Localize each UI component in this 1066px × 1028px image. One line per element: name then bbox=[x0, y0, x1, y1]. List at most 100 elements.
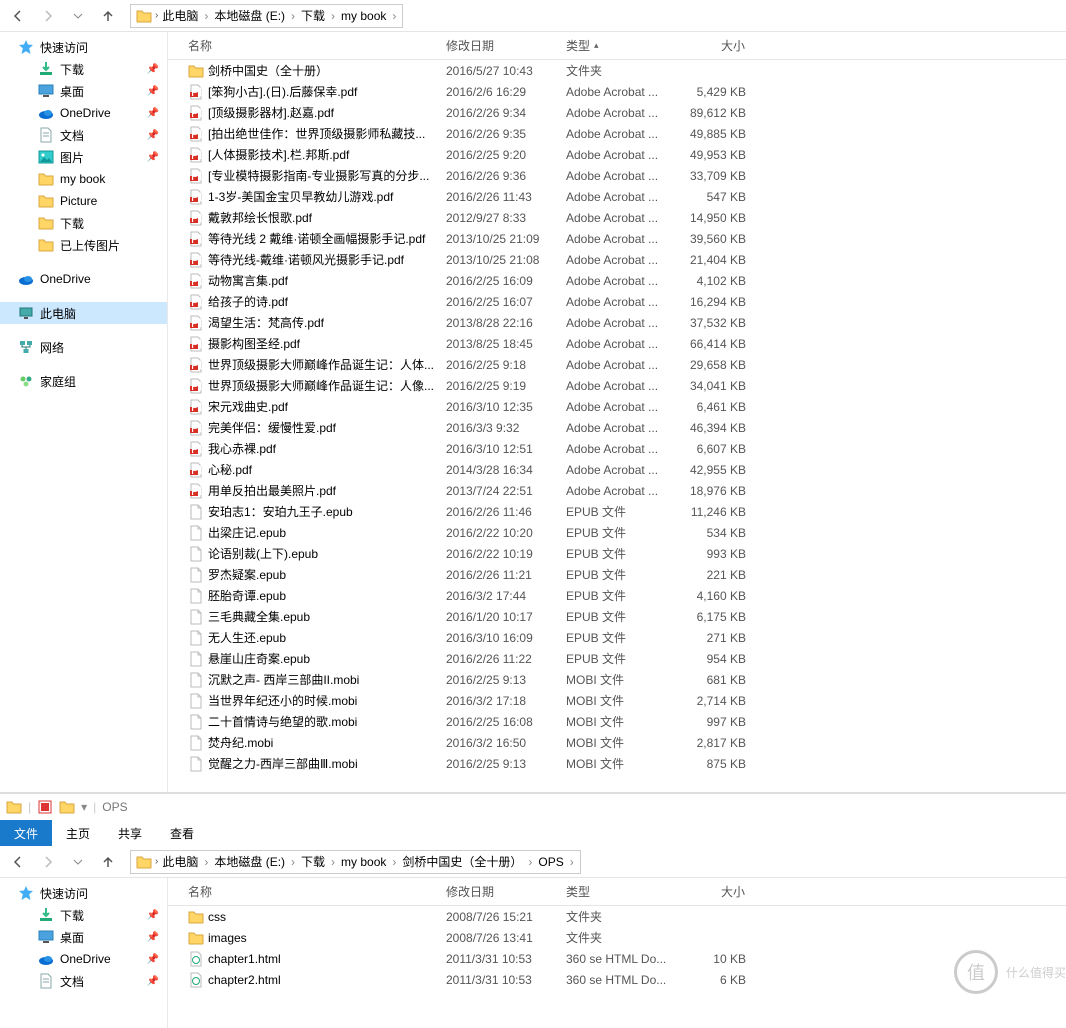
file-type: Adobe Acrobat ... bbox=[558, 148, 678, 162]
quick-access-header[interactable]: 快速访问 bbox=[0, 882, 167, 904]
sidebar-item[interactable]: 下载 bbox=[0, 212, 167, 234]
col-type[interactable]: 类型▴ bbox=[558, 32, 678, 59]
file-size: 49,953 KB bbox=[678, 148, 756, 162]
file-row[interactable]: css 2008/7/26 15:21 文件夹 bbox=[168, 906, 1066, 927]
sidebar-item[interactable]: 已上传图片 bbox=[0, 234, 167, 256]
ribbon-tab[interactable]: 共享 bbox=[104, 820, 156, 846]
ribbon-tab[interactable]: 文件 bbox=[0, 820, 52, 846]
col-name[interactable]: 名称 bbox=[180, 878, 438, 905]
file-row[interactable]: 摄影构图圣经.pdf 2013/8/25 18:45 Adobe Acrobat… bbox=[168, 333, 1066, 354]
quick-access-header[interactable]: 快速访问 bbox=[0, 36, 167, 58]
sidebar-item[interactable]: Picture bbox=[0, 190, 167, 212]
file-row[interactable]: 罗杰疑案.epub 2016/2/26 11:21 EPUB 文件 221 KB bbox=[168, 564, 1066, 585]
sidebar-item[interactable]: 下载 📌 bbox=[0, 904, 167, 926]
file-row[interactable]: 沉默之声- 西岸三部曲II.mobi 2016/2/25 9:13 MOBI 文… bbox=[168, 669, 1066, 690]
col-size[interactable]: 大小 bbox=[678, 32, 756, 59]
nav-back[interactable] bbox=[4, 850, 32, 874]
breadcrumb-item[interactable]: OPS bbox=[534, 855, 567, 869]
file-row[interactable]: [专业模特摄影指南-专业摄影写真的分步... 2016/2/26 9:36 Ad… bbox=[168, 165, 1066, 186]
sidebar-item[interactable]: OneDrive bbox=[0, 268, 167, 290]
properties-icon[interactable] bbox=[37, 799, 53, 815]
ribbon-tab[interactable]: 查看 bbox=[156, 820, 208, 846]
file-row[interactable]: 渴望生活：梵高传.pdf 2013/8/28 22:16 Adobe Acrob… bbox=[168, 312, 1066, 333]
address-bar[interactable]: › 此电脑›本地磁盘 (E:)›下载›my book› bbox=[130, 4, 403, 28]
file-row[interactable]: 等待光线-戴维·诺顿风光摄影手记.pdf 2013/10/25 21:08 Ad… bbox=[168, 249, 1066, 270]
download-icon bbox=[38, 61, 54, 77]
file-row[interactable]: chapter1.html 2011/3/31 10:53 360 se HTM… bbox=[168, 948, 1066, 969]
file-row[interactable]: 悬崖山庄奇案.epub 2016/2/26 11:22 EPUB 文件 954 … bbox=[168, 648, 1066, 669]
file-row[interactable]: 心秘.pdf 2014/3/28 16:34 Adobe Acrobat ...… bbox=[168, 459, 1066, 480]
sidebar-item[interactable]: 图片 📌 bbox=[0, 146, 167, 168]
breadcrumb-item[interactable]: 本地磁盘 (E:) bbox=[210, 855, 289, 869]
qat-drop[interactable]: ▾ bbox=[81, 800, 87, 814]
file-row[interactable]: 给孩子的诗.pdf 2016/2/25 16:07 Adobe Acrobat … bbox=[168, 291, 1066, 312]
file-row[interactable]: 剑桥中国史（全十册） 2016/5/27 10:43 文件夹 bbox=[168, 60, 1066, 81]
sidebar-item[interactable]: my book bbox=[0, 168, 167, 190]
sidebar-item[interactable]: 桌面 📌 bbox=[0, 80, 167, 102]
breadcrumb-item[interactable]: my book bbox=[337, 9, 390, 23]
file-row[interactable]: 世界顶级摄影大师巅峰作品诞生记：人像... 2016/2/25 9:19 Ado… bbox=[168, 375, 1066, 396]
file-row[interactable]: 用单反拍出最美照片.pdf 2013/7/24 22:51 Adobe Acro… bbox=[168, 480, 1066, 501]
breadcrumb-item[interactable]: 此电脑 bbox=[158, 855, 202, 869]
col-date[interactable]: 修改日期 bbox=[438, 32, 558, 59]
file-row[interactable]: 动物寓言集.pdf 2016/2/25 16:09 Adobe Acrobat … bbox=[168, 270, 1066, 291]
file-row[interactable]: [拍出绝世佳作：世界顶级摄影师私藏技... 2016/2/26 9:35 Ado… bbox=[168, 123, 1066, 144]
file-row[interactable]: 宋元戏曲史.pdf 2016/3/10 12:35 Adobe Acrobat … bbox=[168, 396, 1066, 417]
nav-recent[interactable] bbox=[64, 4, 92, 28]
file-row[interactable]: 安珀志1：安珀九王子.epub 2016/2/26 11:46 EPUB 文件 … bbox=[168, 501, 1066, 522]
nav-back[interactable] bbox=[4, 4, 32, 28]
chevron-right-icon[interactable]: › bbox=[390, 9, 398, 23]
col-size[interactable]: 大小 bbox=[678, 878, 756, 905]
ribbon-tab[interactable]: 主页 bbox=[52, 820, 104, 846]
file-row[interactable]: 三毛典藏全集.epub 2016/1/20 10:17 EPUB 文件 6,17… bbox=[168, 606, 1066, 627]
file-type: Adobe Acrobat ... bbox=[558, 379, 678, 393]
file-row[interactable]: [顶级摄影器材].赵嘉.pdf 2016/2/26 9:34 Adobe Acr… bbox=[168, 102, 1066, 123]
nav-up[interactable] bbox=[94, 4, 122, 28]
new-folder-icon[interactable] bbox=[59, 799, 75, 815]
file-row[interactable]: 二十首情诗与绝望的歌.mobi 2016/2/25 16:08 MOBI 文件 … bbox=[168, 711, 1066, 732]
col-date[interactable]: 修改日期 bbox=[438, 878, 558, 905]
sidebar-item[interactable]: 此电脑 bbox=[0, 302, 167, 324]
file-row[interactable]: 出梁庄记.epub 2016/2/22 10:20 EPUB 文件 534 KB bbox=[168, 522, 1066, 543]
file-row[interactable]: 觉醒之力-西岸三部曲Ⅲ.mobi 2016/2/25 9:13 MOBI 文件 … bbox=[168, 753, 1066, 774]
breadcrumb-item[interactable]: my book bbox=[337, 855, 390, 869]
chevron-right-icon[interactable]: › bbox=[329, 9, 337, 23]
file-row[interactable]: 焚舟纪.mobi 2016/3/2 16:50 MOBI 文件 2,817 KB bbox=[168, 732, 1066, 753]
file-row[interactable]: 等待光线 2 戴维·诺顿全画幅摄影手记.pdf 2013/10/25 21:09… bbox=[168, 228, 1066, 249]
file-row[interactable]: 当世界年纪还小的时候.mobi 2016/3/2 17:18 MOBI 文件 2… bbox=[168, 690, 1066, 711]
file-row[interactable]: [人体摄影技术].栏.邦斯.pdf 2016/2/25 9:20 Adobe A… bbox=[168, 144, 1066, 165]
file-row[interactable]: 完美伴侣：缓慢性爱.pdf 2016/3/3 9:32 Adobe Acroba… bbox=[168, 417, 1066, 438]
file-row[interactable]: 世界顶级摄影大师巅峰作品诞生记：人体... 2016/2/25 9:18 Ado… bbox=[168, 354, 1066, 375]
file-row[interactable]: 胚胎奇谭.epub 2016/3/2 17:44 EPUB 文件 4,160 K… bbox=[168, 585, 1066, 606]
nav-up[interactable] bbox=[94, 850, 122, 874]
file-row[interactable]: [笨狗小古].(日).后藤保幸.pdf 2016/2/6 16:29 Adobe… bbox=[168, 81, 1066, 102]
file-row[interactable]: 1-3岁-美国金宝贝早教幼儿游戏.pdf 2016/2/26 11:43 Ado… bbox=[168, 186, 1066, 207]
file-row[interactable]: 我心赤裸.pdf 2016/3/10 12:51 Adobe Acrobat .… bbox=[168, 438, 1066, 459]
sidebar-item[interactable]: OneDrive 📌 bbox=[0, 102, 167, 124]
file-row[interactable]: chapter2.html 2011/3/31 10:53 360 se HTM… bbox=[168, 969, 1066, 990]
file-row[interactable]: images 2008/7/26 13:41 文件夹 bbox=[168, 927, 1066, 948]
breadcrumb-item[interactable]: 此电脑 bbox=[158, 9, 202, 23]
sidebar-item[interactable]: 文档 📌 bbox=[0, 124, 167, 146]
chevron-right-icon[interactable]: › bbox=[329, 855, 337, 869]
file-row[interactable]: 戴敦邦绘长恨歌.pdf 2012/9/27 8:33 Adobe Acrobat… bbox=[168, 207, 1066, 228]
breadcrumb-item[interactable]: 剑桥中国史（全十册） bbox=[398, 855, 526, 869]
sidebar-item[interactable]: 家庭组 bbox=[0, 370, 167, 392]
chevron-right-icon[interactable]: › bbox=[568, 855, 576, 869]
col-type[interactable]: 类型 bbox=[558, 878, 678, 905]
file-row[interactable]: 论语别裁(上下).epub 2016/2/22 10:19 EPUB 文件 99… bbox=[168, 543, 1066, 564]
breadcrumb-item[interactable]: 下载 bbox=[297, 855, 329, 869]
sidebar-item[interactable]: 文档 📌 bbox=[0, 970, 167, 992]
nav-recent[interactable] bbox=[64, 850, 92, 874]
sidebar-item[interactable]: OneDrive 📌 bbox=[0, 948, 167, 970]
sidebar-item[interactable]: 桌面 📌 bbox=[0, 926, 167, 948]
sidebar-item[interactable]: 下载 📌 bbox=[0, 58, 167, 80]
col-name[interactable]: 名称 bbox=[180, 32, 438, 59]
breadcrumb-item[interactable]: 下载 bbox=[297, 9, 329, 23]
sidebar-item[interactable]: 网络 bbox=[0, 336, 167, 358]
file-row[interactable]: 无人生还.epub 2016/3/10 16:09 EPUB 文件 271 KB bbox=[168, 627, 1066, 648]
chevron-right-icon[interactable]: › bbox=[289, 855, 297, 869]
address-bar[interactable]: › 此电脑›本地磁盘 (E:)›下载›my book›剑桥中国史（全十册）›OP… bbox=[130, 850, 581, 874]
breadcrumb-item[interactable]: 本地磁盘 (E:) bbox=[210, 9, 289, 23]
chevron-right-icon[interactable]: › bbox=[289, 9, 297, 23]
